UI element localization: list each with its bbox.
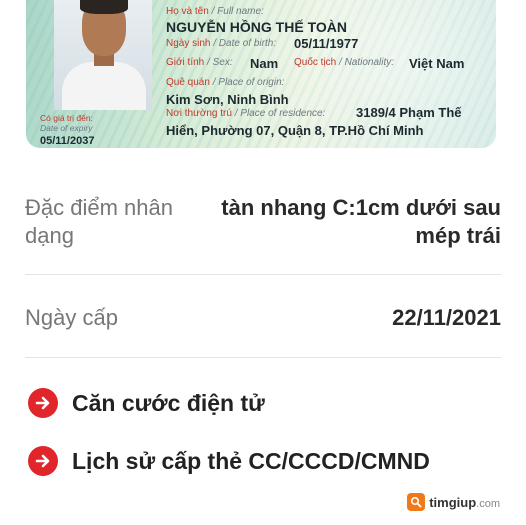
identifying-marks-label: Đặc điểm nhân dạng — [25, 195, 173, 248]
sex-value: Nam — [250, 56, 279, 71]
divider — [25, 357, 501, 358]
issue-date-label: Ngày cấp — [25, 305, 118, 330]
watermark-text: timgiup.com — [429, 494, 500, 510]
dob-value: 05/11/1977 — [294, 36, 359, 51]
search-icon — [407, 493, 426, 511]
identifying-marks-value: tàn nhang C:1cm dưới sau mép trái — [221, 195, 501, 248]
residence-line1: 3189/4 Phạm Thế — [356, 105, 462, 120]
issue-history-link[interactable]: Lịch sử cấp thẻ CC/CCCD/CMND — [28, 446, 430, 476]
id-card: Họ và tên / Full name: NGUYỄN HỒNG THẾ T… — [26, 0, 496, 148]
fullname-label: Họ và tên / Full name: — [166, 6, 264, 17]
expiry-label: Có giá trị đến: Date of expiry — [40, 113, 93, 133]
identifying-marks-row: Đặc điểm nhân dạng tàn nhang C:1cm dưới … — [25, 194, 501, 254]
expiry-value: 05/11/2037 — [40, 135, 95, 147]
dob-label: Ngày sinh / Date of birth: — [166, 38, 277, 49]
origin-label: Quê quán / Place of origin: — [166, 77, 285, 88]
nationality-label: Quốc tịch / Nationality: — [294, 57, 395, 68]
sex-label: Giới tính / Sex: — [166, 57, 233, 68]
nationality-value: Việt Nam — [409, 56, 465, 71]
issue-date-value: 22/11/2021 — [392, 305, 501, 330]
origin-value: Kim Sơn, Ninh Bình — [166, 92, 289, 107]
divider — [25, 274, 501, 275]
issue-date-row: Ngày cấp 22/11/2021 — [25, 304, 501, 334]
arrow-right-icon — [28, 446, 58, 476]
electronic-id-label: Căn cước điện tử — [72, 389, 265, 416]
watermark: timgiup.com — [407, 493, 500, 511]
residence-line2: Hiển, Phường 07, Quận 8, TP.Hồ Chí Minh — [166, 123, 424, 138]
portrait-photo — [54, 0, 152, 110]
electronic-id-link[interactable]: Căn cước điện tử — [28, 388, 265, 418]
arrow-right-icon — [28, 388, 58, 418]
issue-history-label: Lịch sử cấp thẻ CC/CCCD/CMND — [72, 447, 430, 474]
residence-label: Nơi thường trú / Place of residence: — [166, 108, 326, 119]
fullname-value: NGUYỄN HỒNG THẾ TOÀN — [166, 19, 347, 35]
